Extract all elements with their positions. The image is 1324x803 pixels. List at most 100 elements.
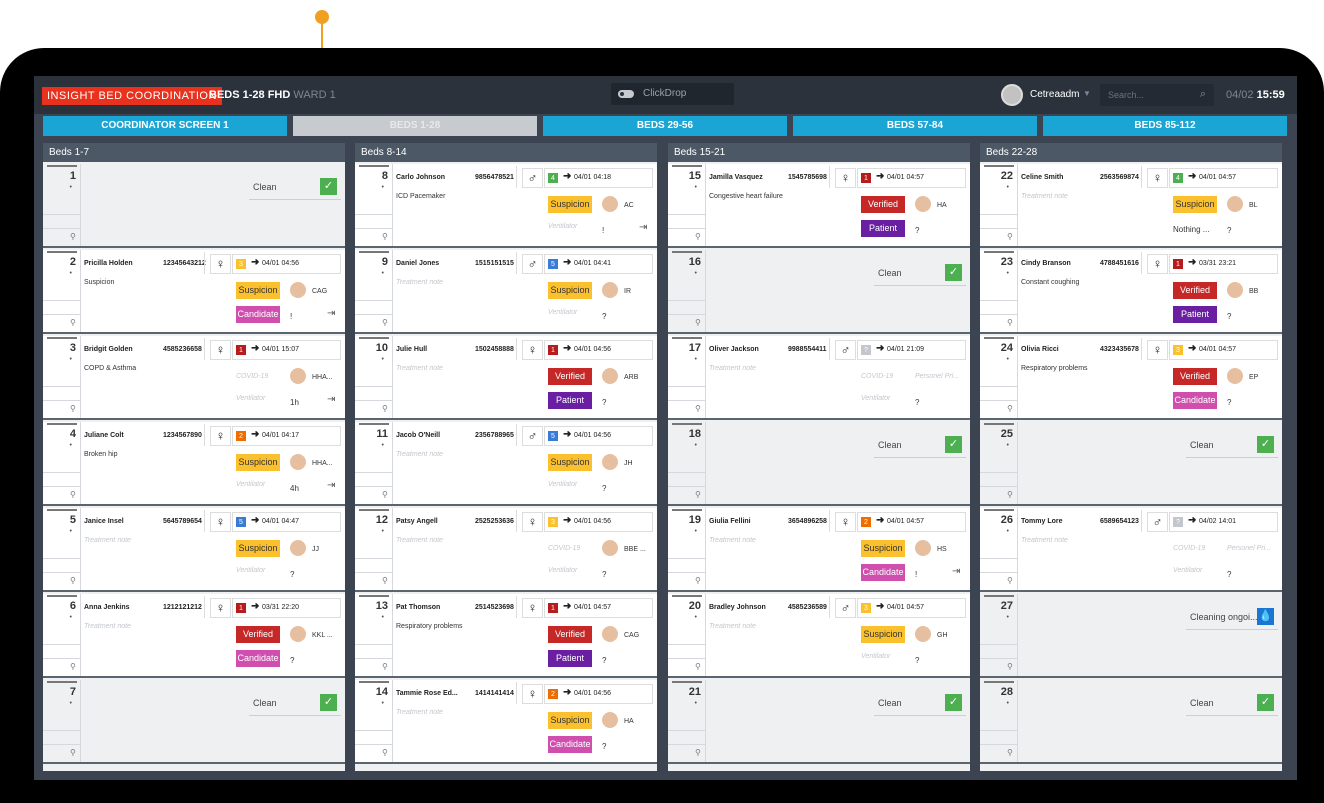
- bed-card[interactable]: 27 • ⚲ Cleaning ongoi... 💧: [980, 594, 1282, 678]
- patient-name[interactable]: Bridgit Golden: [84, 346, 133, 353]
- patient-name[interactable]: Bradley Johnson: [709, 604, 766, 611]
- discharge-icon[interactable]: ⇥: [327, 480, 335, 491]
- patient-name[interactable]: Patsy Angell: [396, 518, 438, 525]
- bed-card[interactable]: 10 • ⚲ Julie Hull 1502458888 ♀ 1 ➜ 04/01 04:56 Tr…: [355, 336, 657, 420]
- treatment-note[interactable]: Treatment note: [396, 537, 443, 544]
- bed-card[interactable]: 25 • ⚲ Clean ✓: [980, 422, 1282, 506]
- check-icon[interactable]: ✓: [320, 178, 337, 195]
- status-placeholder[interactable]: COVID-19: [861, 373, 893, 380]
- treatment-note[interactable]: Treatment note: [709, 623, 756, 630]
- role-tag[interactable]: Patient: [548, 392, 592, 409]
- status-tag[interactable]: Verified: [861, 196, 905, 213]
- status-tag[interactable]: Suspicion: [861, 626, 905, 643]
- patient-name[interactable]: Cindy Branson: [1021, 260, 1071, 267]
- bed-card[interactable]: 18 • ⚲ Clean ✓: [668, 422, 970, 506]
- discharge-icon[interactable]: ⇥: [327, 394, 335, 405]
- bed-card[interactable]: 6 • ⚲ Anna Jenkins 1212121212 ♀ 1 ➜ 03/31 22:20 T…: [43, 594, 345, 678]
- bed-card[interactable]: 7 • ⚲ Clean ✓: [43, 680, 345, 764]
- clean-status[interactable]: Clean ✓: [249, 174, 341, 200]
- bed-card[interactable]: 9 • ⚲ Daniel Jones 1515151515 ♂ 5 ➜ 04/01 04:41 T…: [355, 250, 657, 334]
- discharge-icon[interactable]: ⇥: [639, 222, 647, 233]
- bed-card[interactable]: 19 • ⚲ Giulia Fellini 3654896258 ♀ 2 ➜ 04/01 04:…: [668, 508, 970, 592]
- bed-card[interactable]: 2 • ⚲ Pricilla Holden 12345643212 ♀ 3 ➜ 04/01 04…: [43, 250, 345, 334]
- bed-card[interactable]: 3 • ⚲ Bridgit Golden 4585236658 ♀ 1 ➜ 04/01 15:0…: [43, 336, 345, 420]
- status-tag[interactable]: Suspicion: [548, 454, 592, 471]
- bed-card[interactable]: 15 • ⚲ Jamilla Vasquez 1545785698 ♀ 1 ➜ 04/01 04…: [668, 164, 970, 248]
- role-placeholder[interactable]: Ventilator: [548, 309, 577, 316]
- role-placeholder[interactable]: Ventilator: [548, 567, 577, 574]
- bed-card[interactable]: 28 • ⚲ Clean ✓: [980, 680, 1282, 764]
- patient-name[interactable]: Janice Insel: [84, 518, 124, 525]
- status-tag[interactable]: Suspicion: [861, 540, 905, 557]
- treatment-note[interactable]: Treatment note: [709, 537, 756, 544]
- status-placeholder[interactable]: COVID-19: [548, 545, 580, 552]
- treatment-note[interactable]: Suspicion: [84, 279, 114, 286]
- treatment-note[interactable]: ICD Pacemaker: [396, 193, 445, 200]
- patient-name[interactable]: Oliver Jackson: [709, 346, 759, 353]
- bed-card[interactable]: 17 • ⚲ Oliver Jackson 9988554411 ♂? ➜ 04/01 21:…: [668, 336, 970, 420]
- status-tag[interactable]: Suspicion: [548, 282, 592, 299]
- status-tag[interactable]: Verified: [1173, 368, 1217, 385]
- bed-card[interactable]: 12 • ⚲ Patsy Angell 2525253636 ♀ 3 ➜ 04/01 04:56…: [355, 508, 657, 592]
- treatment-note[interactable]: Respiratory problems: [1021, 365, 1088, 372]
- treatment-note[interactable]: Treatment note: [84, 623, 131, 630]
- bed-card[interactable]: 23 • ⚲ Cindy Branson 4788451616 ♀ 1 ➜ 03/31 23:2…: [980, 250, 1282, 334]
- treatment-note[interactable]: COPD & Asthma: [84, 365, 136, 372]
- treatment-note[interactable]: Treatment note: [396, 279, 443, 286]
- patient-name[interactable]: Carlo Johnson: [396, 174, 445, 181]
- search-field[interactable]: Search... ⌕: [1100, 84, 1214, 106]
- tab-beds-57-84[interactable]: BEDS 57-84: [793, 116, 1037, 136]
- chevron-down-icon[interactable]: ▼: [1083, 89, 1091, 98]
- tab-coordinator-screen-1[interactable]: COORDINATOR SCREEN 1: [43, 116, 287, 136]
- treatment-note[interactable]: Treatment note: [709, 365, 756, 372]
- role-tag[interactable]: Patient: [548, 650, 592, 667]
- patient-name[interactable]: Juliane Colt: [84, 432, 124, 439]
- clean-status[interactable]: Clean ✓: [874, 260, 966, 286]
- bed-card[interactable]: 1 • ⚲ Clean ✓: [43, 164, 345, 248]
- clean-status[interactable]: Clean ✓: [874, 432, 966, 458]
- status-tag[interactable]: Suspicion: [1173, 196, 1217, 213]
- role-tag[interactable]: Candidate: [236, 306, 280, 323]
- bed-card[interactable]: 24 • ⚲ Olivia Ricci 4323435678 ♀ 3 ➜ 04/01 04:57…: [980, 336, 1282, 420]
- role-tag[interactable]: Candidate: [861, 564, 905, 581]
- check-icon[interactable]: ✓: [945, 694, 962, 711]
- role-tag[interactable]: Candidate: [1173, 392, 1217, 409]
- status-tag[interactable]: Verified: [548, 368, 592, 385]
- status-tag[interactable]: Verified: [548, 626, 592, 643]
- clean-status[interactable]: Clean ✓: [1186, 432, 1278, 458]
- clean-status[interactable]: Clean ✓: [249, 690, 341, 716]
- personnel-placeholder[interactable]: Personel Pri...: [915, 373, 959, 380]
- treatment-note[interactable]: Treatment note: [396, 365, 443, 372]
- bed-card[interactable]: 13 • ⚲ Pat Thomson 2514523698 ♀ 1 ➜ 04/01 04:57 R…: [355, 594, 657, 678]
- status-tag[interactable]: Suspicion: [236, 282, 280, 299]
- patient-name[interactable]: Olivia Ricci: [1021, 346, 1059, 353]
- clean-status[interactable]: Cleaning ongoi... 💧: [1186, 604, 1278, 630]
- check-icon[interactable]: ✓: [1257, 694, 1274, 711]
- tab-beds-1-28[interactable]: BEDS 1-28: [293, 116, 537, 136]
- treatment-note[interactable]: Treatment note: [396, 451, 443, 458]
- drop-icon[interactable]: 💧: [1257, 608, 1274, 625]
- search-icon[interactable]: ⌕: [1200, 88, 1206, 101]
- patient-name[interactable]: Julie Hull: [396, 346, 427, 353]
- bed-card[interactable]: 14 • ⚲ Tammie Rose Ed... 1414141414 ♀ 2 ➜ 04/01 …: [355, 680, 657, 764]
- role-placeholder[interactable]: Ventilator: [548, 223, 577, 230]
- patient-name[interactable]: Tammie Rose Ed...: [396, 690, 458, 697]
- patient-name[interactable]: Jamilla Vasquez: [709, 174, 763, 181]
- clickdrop-toggle[interactable]: ClickDrop: [611, 83, 734, 105]
- bed-card[interactable]: 5 • ⚲ Janice Insel 5645789654 ♀ 5 ➜ 04/01 04:47 T…: [43, 508, 345, 592]
- check-icon[interactable]: ✓: [1257, 436, 1274, 453]
- treatment-note[interactable]: Congestive heart failure: [709, 193, 783, 200]
- check-icon[interactable]: ✓: [945, 436, 962, 453]
- patient-name[interactable]: Celine Smith: [1021, 174, 1063, 181]
- status-tag[interactable]: Suspicion: [548, 196, 592, 213]
- status-tag[interactable]: Suspicion: [548, 712, 592, 729]
- status-placeholder[interactable]: COVID-19: [1173, 545, 1205, 552]
- clean-status[interactable]: Clean ✓: [1186, 690, 1278, 716]
- discharge-icon[interactable]: ⇥: [952, 566, 960, 577]
- treatment-note[interactable]: Constant coughing: [1021, 279, 1079, 286]
- role-placeholder[interactable]: Ventilator: [548, 481, 577, 488]
- role-tag[interactable]: Candidate: [548, 736, 592, 753]
- role-placeholder[interactable]: Ventilator: [236, 567, 265, 574]
- bed-card[interactable]: 4 • ⚲ Juliane Colt 1234567890 ♀ 2 ➜ 04/01 04:17 B…: [43, 422, 345, 506]
- user-avatar[interactable]: [1001, 84, 1023, 106]
